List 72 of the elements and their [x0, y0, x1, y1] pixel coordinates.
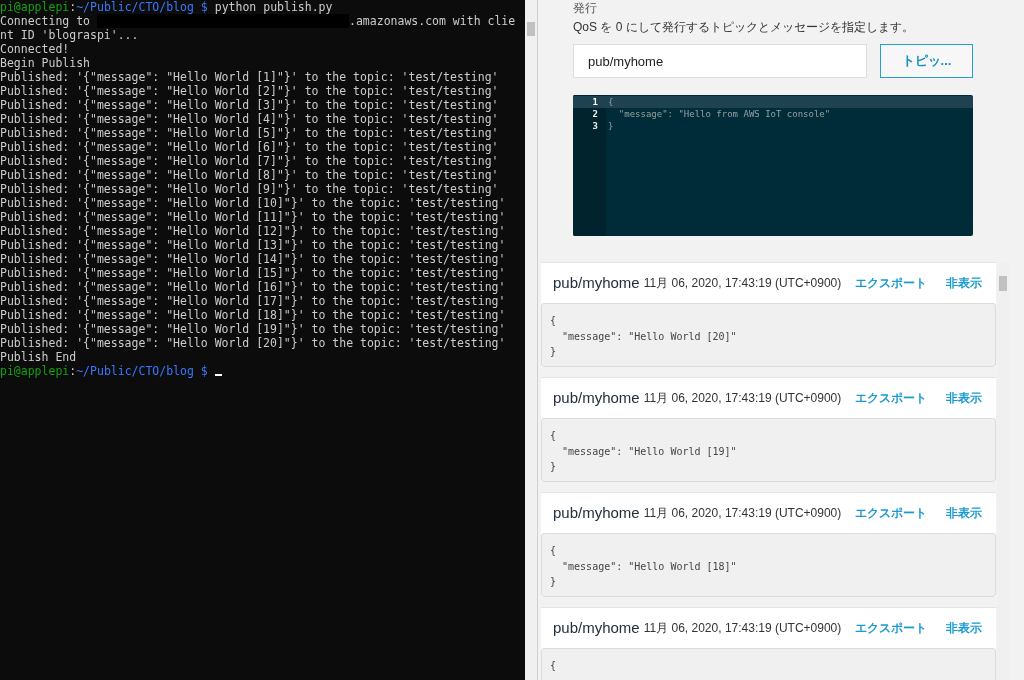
message-topic: pub/myhome	[553, 502, 640, 523]
terminal-line: Published: '{"message": "Hello World [17]"}' to the topic: 'test/testing'	[0, 294, 506, 308]
code-editor[interactable]: 1 2 3 { "message": "Hello from AWS IoT console" }	[573, 95, 973, 236]
terminal-line: Published: '{"message": "Hello World [5]"}' to the topic: 'test/testing'	[0, 126, 499, 140]
code-line: "message": "Hello from AWS IoT console"	[617, 109, 831, 119]
terminal-line: Published: '{"message": "Hello World [18]"}' to the topic: 'test/testing'	[0, 308, 506, 322]
terminal-line: Published: '{"message": "Hello World [13]"}' to the topic: 'test/testing'	[0, 238, 506, 252]
json-line: }	[550, 345, 557, 359]
terminal-line: Published: '{"message": "Hello World [7]"}' to the topic: 'test/testing'	[0, 154, 499, 168]
terminal-line: nt ID 'blograspi'...	[0, 28, 139, 42]
message-time: 11月 06, 2020, 17:43:19 (UTC+0900)	[643, 620, 843, 637]
terminal-line: Connected!	[0, 42, 70, 56]
terminal-line: Connecting to	[0, 14, 90, 28]
terminal-line: Published: '{"message": "Hello World [10]"}' to the topic: 'test/testing'	[0, 196, 506, 210]
section-heading: 発行	[573, 1, 598, 15]
prompt-separator: :	[69, 364, 77, 378]
scroll-thumb	[999, 276, 1007, 291]
terminal-line: Begin Publish	[0, 56, 90, 70]
terminal-line: Published: '{"message": "Hello World [19]"}' to the topic: 'test/testing'	[0, 322, 506, 336]
export-link[interactable]: エクスポート	[855, 619, 927, 637]
terminal-line: Publish End	[0, 350, 77, 364]
topic-button[interactable]: トピッ...	[880, 44, 973, 78]
json-line: "message": "Hello World [19]"	[561, 444, 737, 459]
line-number: 3	[591, 120, 599, 132]
prompt-separator: :	[69, 0, 77, 14]
json-line: {	[550, 659, 557, 673]
json-line: {	[550, 314, 557, 328]
json-line: "message": "Hello World [18]"	[561, 559, 737, 574]
topic-field[interactable]: pub/myhome	[573, 44, 867, 78]
terminal-line: Published: '{"message": "Hello World [6]"}' to the topic: 'test/testing'	[0, 140, 499, 154]
hide-link[interactable]: 非表示	[946, 619, 982, 637]
json-line: "message": "Hello World [20]"	[561, 329, 737, 344]
terminal-line: Published: '{"message": "Hello World [11]"}' to the topic: 'test/testing'	[0, 210, 506, 224]
hide-link[interactable]: 非表示	[946, 389, 982, 407]
hide-link[interactable]: 非表示	[946, 274, 982, 292]
scroll-thumb	[527, 22, 535, 36]
export-link[interactable]: エクスポート	[855, 274, 927, 292]
terminal-command: python publish.py	[214, 0, 333, 14]
terminal-line: Published: '{"message": "Hello World [2]"}' to the topic: 'test/testing'	[0, 84, 499, 98]
terminal-line: .amazonaws.com with clie	[349, 14, 516, 28]
terminal-line: Published: '{"message": "Hello World [3]"}' to the topic: 'test/testing'	[0, 98, 499, 112]
message-time: 11月 06, 2020, 17:43:19 (UTC+0900)	[643, 275, 843, 292]
json-line: }	[550, 460, 557, 474]
terminal-line: Published: '{"message": "Hello World [14]"}' to the topic: 'test/testing'	[0, 252, 506, 266]
line-number: 1	[573, 96, 606, 108]
terminal-line: Published: '{"message": "Hello World [9]"}' to the topic: 'test/testing'	[0, 182, 499, 196]
message-time: 11月 06, 2020, 17:43:19 (UTC+0900)	[643, 505, 843, 522]
json-line: {	[550, 429, 557, 443]
json-line: }	[550, 575, 557, 589]
message-topic: pub/myhome	[553, 272, 640, 293]
terminal-line: Published: '{"message": "Hello World [1]"}' to the topic: 'test/testing'	[0, 70, 499, 84]
description-text: QoS を 0 にして発行するトピックとメッセージを指定します。	[573, 19, 915, 36]
message-topic: pub/myhome	[553, 387, 640, 408]
line-number: 2	[591, 108, 599, 120]
export-link[interactable]: エクスポート	[855, 389, 927, 407]
prompt-path: ~/Public/CTO/blog $	[76, 364, 208, 378]
terminal-line: Published: '{"message": "Hello World [8]"}' to the topic: 'test/testing'	[0, 168, 499, 182]
terminal-line: Published: '{"message": "Hello World [20]"}' to the topic: 'test/testing'	[0, 336, 506, 350]
prompt-path: ~/Public/CTO/blog $	[76, 0, 208, 14]
code-line: }	[608, 121, 614, 131]
prompt-user: pi@applepi	[0, 364, 70, 378]
prompt-user: pi@applepi	[0, 0, 70, 14]
terminal-line: Published: '{"message": "Hello World [12]"}' to the topic: 'test/testing'	[0, 224, 506, 238]
message-time: 11月 06, 2020, 17:43:19 (UTC+0900)	[643, 390, 843, 407]
terminal-line: Published: '{"message": "Hello World [16]"}' to the topic: 'test/testing'	[0, 280, 506, 294]
hide-link[interactable]: 非表示	[946, 504, 982, 522]
terminal-line: Published: '{"message": "Hello World [15]"}' to the topic: 'test/testing'	[0, 266, 506, 280]
terminal-line: Published: '{"message": "Hello World [4]"}' to the topic: 'test/testing'	[0, 112, 499, 126]
export-link[interactable]: エクスポート	[855, 504, 927, 522]
code-line: {	[608, 97, 614, 107]
message-topic: pub/myhome	[553, 617, 640, 638]
json-line: {	[550, 544, 557, 558]
